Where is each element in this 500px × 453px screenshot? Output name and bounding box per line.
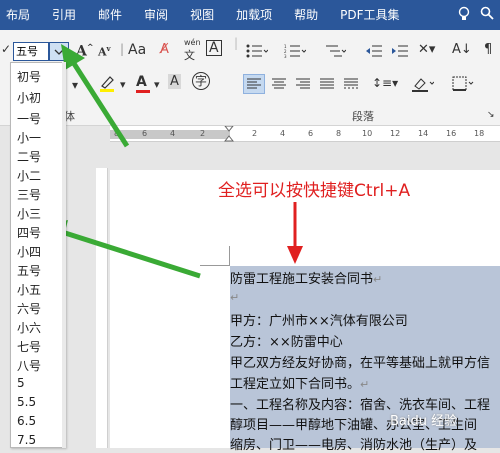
- font-size-option[interactable]: 5: [17, 376, 25, 390]
- align-right-icon[interactable]: [296, 78, 310, 93]
- horizontal-ruler[interactable]: 8 6 4 2 2 4 6 8 10 12 14 16 18: [110, 126, 500, 142]
- green-arrow-icon: [61, 44, 130, 148]
- font-size-option[interactable]: 6.5: [17, 414, 36, 428]
- font-size-option[interactable]: 五号: [17, 262, 41, 279]
- checkmark-icon: ✓: [1, 42, 12, 56]
- paragraph-group-label: 段落: [352, 110, 374, 123]
- font-size-option[interactable]: 四号: [17, 224, 41, 241]
- font-size-option[interactable]: 六号: [17, 300, 41, 317]
- watermark: Baidu 经验: [390, 414, 458, 429]
- character-border-icon[interactable]: A: [206, 40, 222, 56]
- dialog-launcher-icon[interactable]: ↘: [487, 110, 495, 120]
- line-spacing-icon[interactable]: ↕≡▾: [372, 76, 398, 90]
- ribbon-tab-bar: 布局 引用 邮件 审阅 视图 加载项 帮助 PDF工具集: [0, 0, 500, 30]
- doc-line[interactable]: 缩房、门卫——电房、消防水池（生产）及: [230, 434, 477, 453]
- bullets-icon[interactable]: [246, 44, 269, 61]
- font-size-option[interactable]: 5.5: [17, 395, 36, 409]
- tab-review[interactable]: 审阅: [133, 0, 179, 30]
- doc-line[interactable]: 甲乙双方经友好协商，在平等基础上就甲方信: [230, 352, 490, 371]
- doc-line[interactable]: 乙方：××防雷中心: [230, 331, 343, 350]
- tab-references[interactable]: 引用: [41, 0, 87, 30]
- font-size-option[interactable]: 二号: [17, 148, 41, 165]
- font-color-dropdown-icon[interactable]: ▾: [154, 78, 160, 91]
- decrease-indent-icon[interactable]: [366, 44, 382, 61]
- annotation-text: 全选可以按快捷键Ctrl+A: [218, 181, 411, 201]
- doc-empty-line[interactable]: ↵: [230, 290, 239, 305]
- clear-formatting-icon[interactable]: A̸: [160, 42, 169, 57]
- shading-icon[interactable]: [412, 76, 435, 95]
- increase-indent-icon[interactable]: [392, 44, 408, 61]
- doc-line[interactable]: 甲方：广州市××汽体有限公司: [230, 310, 408, 329]
- tab-help[interactable]: 帮助: [283, 0, 329, 30]
- font-size-option[interactable]: 小四: [17, 243, 41, 260]
- font-size-option[interactable]: 三号: [17, 186, 41, 203]
- align-center-icon[interactable]: [272, 78, 286, 93]
- doc-line[interactable]: 工程定立如下合同书。↵: [230, 373, 369, 392]
- justify-icon[interactable]: [320, 78, 334, 93]
- annotation-arrow-icon: [287, 202, 303, 264]
- borders-icon[interactable]: [452, 76, 474, 95]
- tab-mailings[interactable]: 邮件: [87, 0, 133, 30]
- dropdown-scrollbar[interactable]: [62, 62, 66, 448]
- enclose-characters-icon[interactable]: 字: [192, 72, 210, 90]
- font-size-option[interactable]: 小初: [17, 89, 41, 106]
- font-size-option[interactable]: 小六: [17, 319, 41, 336]
- margin-corner-mark: [200, 246, 230, 266]
- numbering-icon[interactable]: 123: [284, 44, 307, 61]
- multilevel-list-icon[interactable]: [324, 44, 347, 61]
- font-size-option[interactable]: 7.5: [17, 433, 36, 447]
- svg-text:3: 3: [284, 54, 287, 58]
- phonetic-guide-icon[interactable]: wén 文: [184, 38, 201, 63]
- lightbulb-icon[interactable]: [458, 6, 470, 25]
- font-size-option[interactable]: 小三: [17, 205, 41, 222]
- font-size-option[interactable]: 一号: [17, 110, 41, 127]
- show-marks-icon[interactable]: ¶: [484, 42, 492, 57]
- font-size-dropdown-list[interactable]: 初号 小初 一号 小一 二号 小二 三号 小三 四号 小四 五号 小五 六号 小…: [10, 62, 66, 448]
- group-separator: |: [234, 36, 239, 50]
- tab-pdf-tools[interactable]: PDF工具集: [329, 0, 410, 30]
- search-icon[interactable]: [480, 6, 494, 25]
- font-size-input[interactable]: 五号: [13, 42, 49, 61]
- sort-icon[interactable]: A↓: [452, 42, 472, 57]
- doc-title[interactable]: 防雷工程施工安装合同书↵: [230, 268, 382, 287]
- tab-layout[interactable]: 布局: [0, 0, 41, 30]
- tab-view[interactable]: 视图: [179, 0, 225, 30]
- tab-addins[interactable]: 加载项: [225, 0, 283, 30]
- font-size-option[interactable]: 八号: [17, 357, 41, 374]
- font-size-option[interactable]: 小五: [17, 281, 41, 298]
- indent-marker-icon[interactable]: [224, 126, 234, 142]
- font-size-option[interactable]: 小二: [17, 167, 41, 184]
- align-left-icon[interactable]: [247, 78, 261, 93]
- chinese-layout-icon[interactable]: ✕▾: [418, 42, 435, 57]
- font-size-option[interactable]: 七号: [17, 338, 41, 355]
- font-size-option[interactable]: 小一: [17, 129, 41, 146]
- font-color-icon[interactable]: A: [136, 74, 150, 93]
- character-shading-icon[interactable]: A: [168, 74, 181, 89]
- distributed-icon[interactable]: [344, 78, 358, 93]
- font-size-option[interactable]: 初号: [17, 68, 41, 85]
- vertical-ruler[interactable]: [96, 168, 108, 448]
